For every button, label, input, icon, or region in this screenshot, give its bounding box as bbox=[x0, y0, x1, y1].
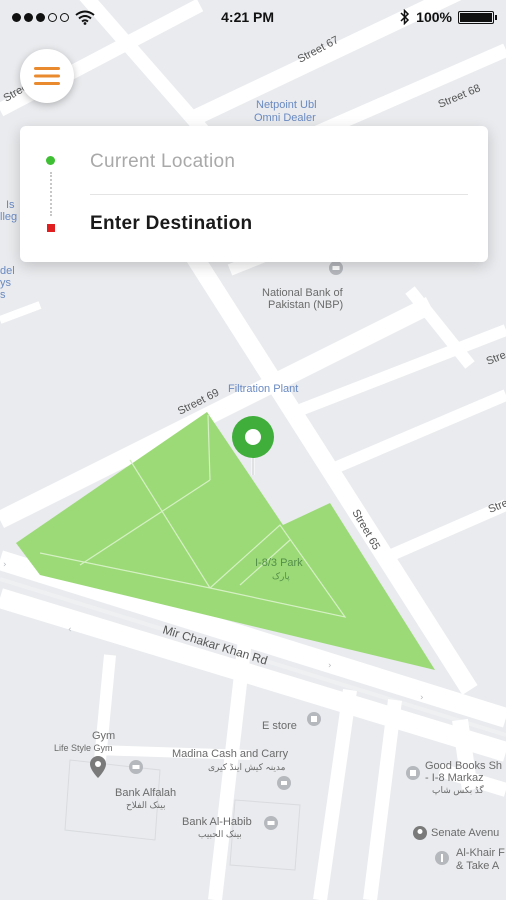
signal-dot bbox=[48, 12, 57, 22]
poi-alkhair-line2: & Take A bbox=[456, 860, 500, 872]
poi-netpoint-line2: Omni Dealer bbox=[254, 112, 316, 124]
signal-dot bbox=[12, 12, 21, 22]
cart-icon bbox=[277, 776, 291, 790]
hamburger-menu-icon bbox=[34, 67, 60, 85]
poi-left-edge-5: s bbox=[0, 289, 6, 301]
signal-dot bbox=[36, 12, 45, 22]
poi-filtration: Filtration Plant bbox=[228, 383, 298, 395]
book-store-icon bbox=[406, 766, 420, 780]
status-left bbox=[12, 10, 95, 25]
poi-left-edge-4: ys bbox=[0, 277, 12, 289]
poi-park: I-8/3 Park bbox=[255, 557, 303, 569]
netpoint-icon bbox=[237, 101, 247, 111]
current-location-field[interactable]: Current Location bbox=[20, 132, 488, 192]
poi-good-books-line1: Good Books Sh bbox=[425, 760, 502, 772]
poi-gym: Gym bbox=[92, 730, 115, 742]
bluetooth-icon bbox=[400, 9, 410, 25]
poi-estore: E store bbox=[262, 720, 297, 732]
poi-left-edge-1: Is bbox=[6, 199, 15, 211]
poi-bank-alfalah-urdu: بینک الفلاح bbox=[126, 800, 165, 811]
svg-text:›: › bbox=[328, 661, 332, 671]
svg-text:‹: ‹ bbox=[68, 625, 72, 635]
battery-icon bbox=[457, 10, 497, 24]
svg-text:›: › bbox=[3, 560, 7, 570]
route-search-card: Current Location Enter Destination bbox=[20, 126, 488, 262]
poi-alkhair-line1: Al-Khair F bbox=[456, 847, 505, 859]
menu-button[interactable] bbox=[20, 49, 74, 103]
status-right: 100% bbox=[400, 9, 497, 25]
signal-dot bbox=[60, 12, 69, 22]
signal-strength-icon bbox=[12, 12, 69, 22]
battery-percent: 100% bbox=[416, 9, 452, 25]
poi-senate: Senate Avenu bbox=[431, 827, 499, 839]
restaurant-icon bbox=[435, 851, 449, 865]
poi-good-books-line2: - I-8 Markaz bbox=[425, 772, 484, 784]
status-time: 4:21 PM bbox=[221, 9, 275, 25]
bank-alfalah-icon bbox=[129, 760, 143, 774]
destination-field[interactable]: Enter Destination bbox=[20, 194, 488, 254]
poi-madina-urdu: مدینہ کیش اینڈ کیری bbox=[208, 762, 286, 773]
poi-netpoint-line1: Netpoint Ubl bbox=[256, 99, 317, 111]
person-pin-icon bbox=[413, 826, 427, 840]
poi-park-urdu: پارک bbox=[272, 571, 290, 582]
poi-bank-alhabib: Bank Al-Habib bbox=[182, 816, 252, 828]
wifi-icon bbox=[75, 10, 95, 25]
poi-bank-alfalah: Bank Alfalah bbox=[115, 787, 176, 799]
poi-good-books-urdu: گڈ بکس شاپ bbox=[432, 784, 484, 796]
signal-dot bbox=[24, 12, 33, 22]
destination-text: Enter Destination bbox=[90, 213, 253, 234]
poi-bank-alhabib-urdu: بینک الحبیب bbox=[198, 829, 242, 839]
bank-icon bbox=[329, 261, 343, 275]
bank-alhabib-icon bbox=[264, 816, 278, 830]
shop-icon bbox=[307, 712, 321, 726]
poi-left-edge-3: del bbox=[0, 265, 15, 277]
poi-lifestyle-gym: Life Style Gym bbox=[54, 743, 113, 753]
poi-left-edge-2: lleg bbox=[0, 211, 17, 223]
current-location-text: Current Location bbox=[90, 151, 236, 172]
status-bar: 4:21 PM 100% bbox=[0, 0, 506, 34]
poi-nbp-line2: Pakistan (NBP) bbox=[268, 299, 343, 311]
poi-nbp-line1: National Bank of bbox=[262, 287, 344, 299]
battery-fill bbox=[459, 12, 492, 22]
poi-madina: Madina Cash and Carry bbox=[172, 748, 289, 760]
svg-text:›: › bbox=[420, 693, 424, 703]
